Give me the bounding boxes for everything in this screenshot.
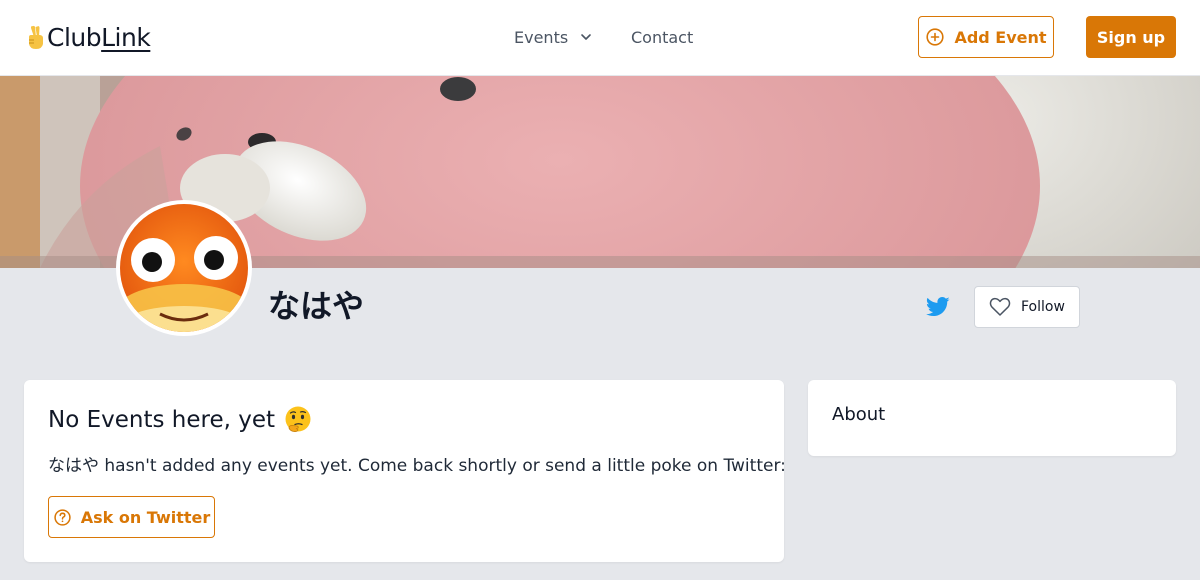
top-navigation-bar: Club Link Events Contact Add Event Sign u… — [0, 0, 1200, 76]
events-card-title-text: No Events here, yet — [48, 407, 276, 433]
events-card-title: No Events here, yet — [48, 404, 312, 436]
follow-label: Follow — [1021, 299, 1065, 315]
logo-text-club: Club — [47, 23, 102, 52]
add-event-label: Add Event — [954, 27, 1047, 47]
follow-button[interactable]: Follow — [974, 286, 1080, 328]
nav-contact-label: Contact — [631, 27, 694, 47]
plus-circle-icon — [926, 28, 945, 46]
heart-icon — [989, 297, 1011, 316]
victory-hand-icon — [29, 25, 43, 49]
clublink-logo[interactable]: Club Link — [26, 22, 151, 54]
about-title: About — [832, 404, 886, 425]
no-events-message: なはや hasn't added any events yet. Come ba… — [48, 456, 786, 476]
add-event-button[interactable]: Add Event — [918, 16, 1054, 58]
sign-up-label: Sign up — [1096, 27, 1166, 47]
profile-avatar — [116, 200, 252, 336]
events-card: No Events here, yet なはや hasn't added any… — [24, 380, 786, 562]
about-card: About — [808, 380, 1176, 456]
thinking-face-icon — [285, 406, 311, 432]
nav-contact-link[interactable]: Contact — [631, 26, 693, 48]
ask-on-twitter-button[interactable]: Ask on Twitter — [48, 496, 215, 538]
sign-up-button[interactable]: Sign up — [1086, 16, 1176, 58]
logo-text-link: Link — [101, 23, 151, 52]
nav-events-label: Events — [514, 27, 569, 47]
twitter-profile-link[interactable] — [925, 296, 950, 318]
ask-on-twitter-label: Ask on Twitter — [80, 507, 211, 527]
chevron-down-icon — [581, 34, 591, 40]
question-circle-icon — [54, 508, 71, 526]
nav-events-dropdown[interactable]: Events — [514, 26, 593, 48]
twitter-icon — [925, 297, 950, 316]
profile-name: なはや — [268, 287, 365, 325]
